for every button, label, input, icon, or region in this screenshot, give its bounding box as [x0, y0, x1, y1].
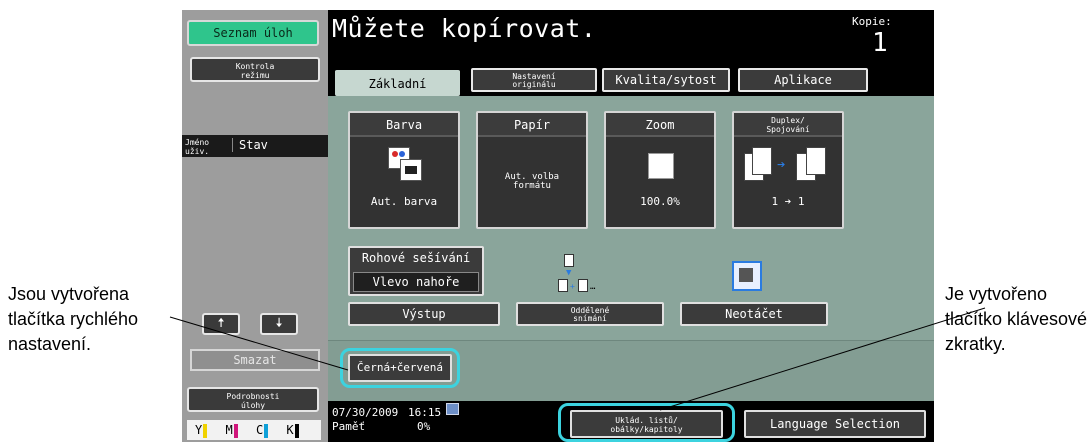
left-callout-line [169, 316, 349, 371]
callout-connectors [169, 307, 986, 411]
right-callout-line [659, 307, 986, 411]
